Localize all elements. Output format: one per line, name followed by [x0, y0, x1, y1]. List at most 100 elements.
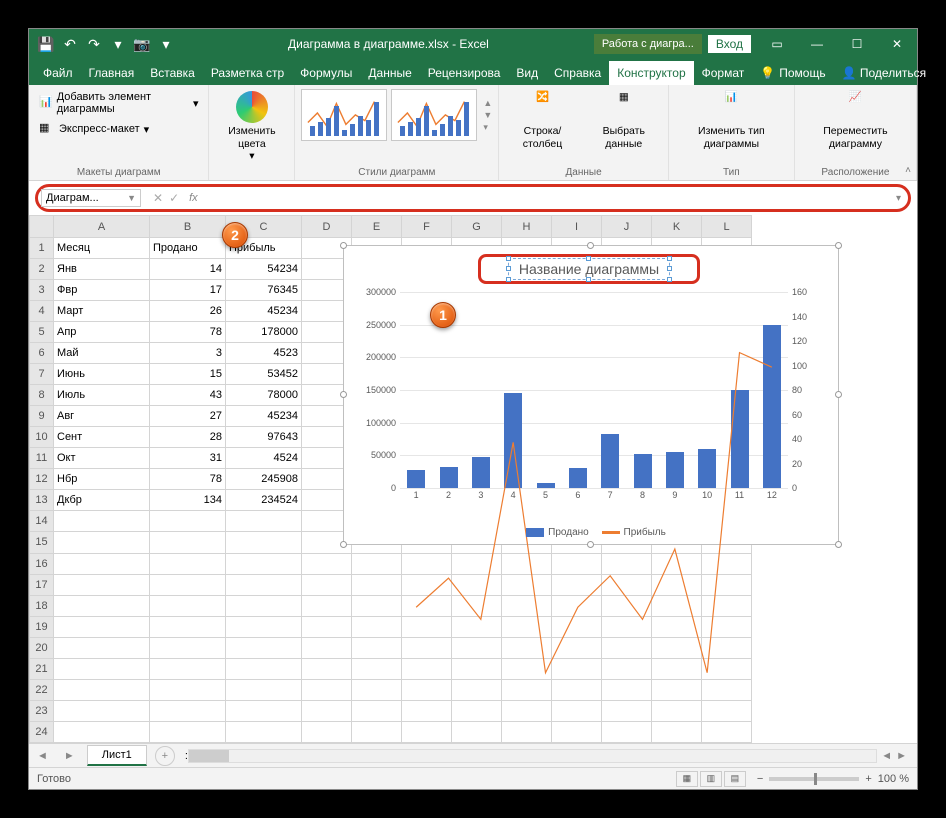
cell[interactable] [602, 679, 652, 700]
col-header[interactable]: H [502, 216, 552, 238]
cell[interactable]: 4523 [226, 343, 302, 364]
zoom-level[interactable]: 100 % [878, 773, 909, 785]
move-chart-button[interactable]: 📈Переместить диаграмму [801, 89, 910, 152]
tab-view[interactable]: Вид [508, 61, 546, 85]
cell[interactable] [402, 679, 452, 700]
cell[interactable] [226, 658, 302, 679]
cell[interactable] [302, 658, 352, 679]
row-header[interactable]: 3 [30, 280, 54, 301]
cell[interactable]: 27 [150, 406, 226, 427]
cell[interactable] [302, 679, 352, 700]
row-header[interactable]: 10 [30, 427, 54, 448]
cell[interactable]: Сент [54, 427, 150, 448]
tab-help[interactable]: Справка [546, 61, 609, 85]
minimize-icon[interactable]: — [797, 29, 837, 59]
cell[interactable] [54, 511, 150, 532]
cell[interactable] [150, 679, 226, 700]
tab-insert[interactable]: Вставка [142, 61, 203, 85]
gallery-more-icon[interactable]: ▾ [483, 122, 492, 133]
cell[interactable]: 78000 [226, 385, 302, 406]
tab-file[interactable]: Файл [35, 61, 81, 85]
tab-review[interactable]: Рецензирова [420, 61, 509, 85]
cell[interactable]: 45234 [226, 406, 302, 427]
cell[interactable]: Месяц [54, 238, 150, 259]
row-header[interactable]: 17 [30, 574, 54, 595]
resize-handle[interactable] [835, 541, 842, 548]
cell[interactable] [54, 532, 150, 553]
col-header[interactable]: G [452, 216, 502, 238]
cell[interactable] [150, 658, 226, 679]
cell[interactable]: 78 [150, 322, 226, 343]
cell[interactable]: 53452 [226, 364, 302, 385]
row-header[interactable]: 11 [30, 448, 54, 469]
cell[interactable] [226, 511, 302, 532]
cell[interactable] [150, 532, 226, 553]
cell[interactable]: Март [54, 301, 150, 322]
sheet-tab[interactable]: Лист1 [87, 745, 147, 766]
cell[interactable]: Окт [54, 448, 150, 469]
cell[interactable]: 234524 [226, 490, 302, 511]
cell[interactable] [452, 721, 502, 742]
row-header[interactable]: 13 [30, 490, 54, 511]
row-header[interactable]: 7 [30, 364, 54, 385]
tab-home[interactable]: Главная [81, 61, 143, 85]
redo-icon[interactable]: ↷ [85, 35, 103, 53]
cell[interactable]: 78 [150, 469, 226, 490]
row-header[interactable]: 21 [30, 658, 54, 679]
cell[interactable] [552, 700, 602, 721]
cell[interactable] [352, 616, 402, 637]
cell[interactable] [226, 721, 302, 742]
cell[interactable]: Июнь [54, 364, 150, 385]
chevron-down-icon[interactable]: ▼ [127, 193, 136, 203]
col-header[interactable]: B [150, 216, 226, 238]
add-sheet-icon[interactable]: + [155, 746, 175, 766]
resize-handle[interactable] [587, 242, 594, 249]
chart-style-2[interactable] [391, 89, 477, 141]
tab-format[interactable]: Формат [694, 61, 753, 85]
cell[interactable] [226, 553, 302, 574]
ribbon-options-icon[interactable]: ▭ [757, 29, 797, 59]
cell[interactable] [652, 700, 702, 721]
cell[interactable]: 28 [150, 427, 226, 448]
cell[interactable] [652, 721, 702, 742]
plot-area[interactable] [400, 292, 788, 488]
cell[interactable] [150, 700, 226, 721]
zoom-slider[interactable] [769, 777, 859, 781]
row-header[interactable]: 14 [30, 511, 54, 532]
cell[interactable]: 245908 [226, 469, 302, 490]
col-header[interactable]: E [352, 216, 402, 238]
cell[interactable] [302, 574, 352, 595]
row-header[interactable]: 23 [30, 700, 54, 721]
row-header[interactable]: 6 [30, 343, 54, 364]
cell[interactable]: 26 [150, 301, 226, 322]
cell[interactable] [226, 574, 302, 595]
row-header[interactable]: 9 [30, 406, 54, 427]
cell[interactable] [602, 700, 652, 721]
cell[interactable] [302, 616, 352, 637]
row-header[interactable]: 18 [30, 595, 54, 616]
cell[interactable]: Авг [54, 406, 150, 427]
camera-icon[interactable]: 📷 [133, 35, 151, 53]
cell[interactable] [352, 595, 402, 616]
save-icon[interactable]: 💾 [37, 35, 55, 53]
cell[interactable] [652, 679, 702, 700]
col-header[interactable]: I [552, 216, 602, 238]
cell[interactable] [302, 595, 352, 616]
cell[interactable] [302, 637, 352, 658]
cell[interactable] [150, 595, 226, 616]
row-header[interactable]: 24 [30, 721, 54, 742]
gallery-down-icon[interactable]: ▼ [483, 110, 492, 120]
change-chart-type-button[interactable]: 📊Изменить тип диаграммы [675, 89, 788, 152]
cell[interactable] [352, 637, 402, 658]
cell[interactable]: 45234 [226, 301, 302, 322]
collapse-ribbon-icon[interactable]: ˄ [905, 165, 911, 176]
cell[interactable] [54, 595, 150, 616]
cell[interactable] [54, 553, 150, 574]
cell[interactable]: 43 [150, 385, 226, 406]
cell[interactable] [502, 721, 552, 742]
cell[interactable] [226, 532, 302, 553]
cell[interactable] [452, 700, 502, 721]
cell[interactable] [226, 700, 302, 721]
resize-handle[interactable] [835, 391, 842, 398]
switch-row-column-button[interactable]: 🔀Строка/ столбец [505, 89, 579, 152]
